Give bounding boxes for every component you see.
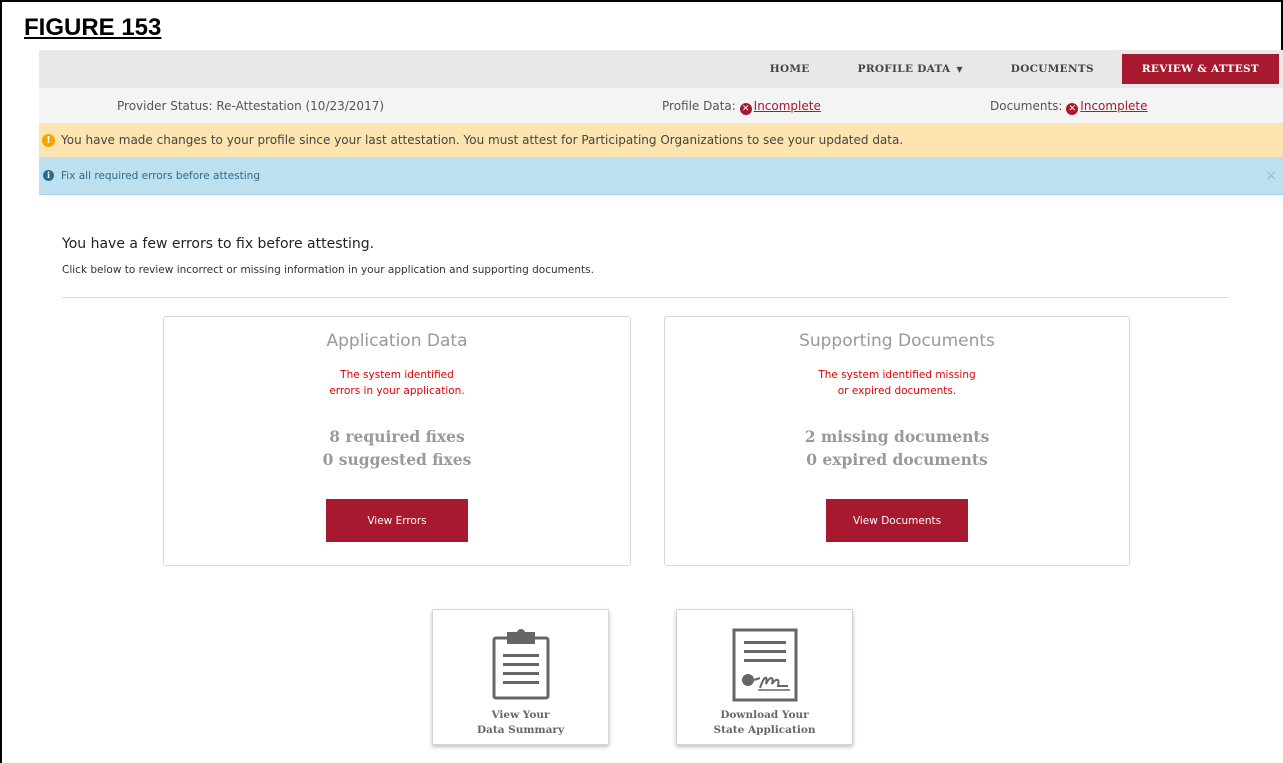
documents-status-label: Documents: <box>990 99 1063 113</box>
error-x-icon: ✕ <box>739 103 752 115</box>
provider-status-value: Re-Attestation (10/23/2017) <box>216 99 385 113</box>
warning-alert-text: You have made changes to your profile si… <box>61 133 904 147</box>
application-data-title: Application Data <box>326 331 468 351</box>
nav-review-attest[interactable]: REVIEW & ATTEST <box>1121 54 1279 84</box>
application-message-line2: errors in your application. <box>329 385 465 397</box>
page-subheading: Click below to review incorrect or missi… <box>62 264 594 276</box>
nav-profile-data[interactable]: PROFILE DATA ▾ <box>834 62 987 76</box>
nav-documents-label: DOCUMENTS <box>1010 63 1094 75</box>
profile-data-label: Profile Data: <box>662 99 736 113</box>
nav-review-attest-label: REVIEW & ATTEST <box>1141 63 1259 75</box>
download-label-line1: Download Your <box>720 709 809 721</box>
nav-home[interactable]: HOME <box>746 63 834 75</box>
expired-documents-count: 0 expired documents <box>806 450 988 469</box>
documents-message-line2: or expired documents. <box>837 385 957 397</box>
warning-icon: ! <box>42 134 55 147</box>
figure-label: FIGURE 153 <box>24 14 162 41</box>
supporting-documents-card: Supporting Documents The system identifi… <box>664 316 1130 566</box>
app-window: HOME PROFILE DATA ▾ DOCUMENTS REVIEW & A… <box>39 50 1283 763</box>
profile-data-status: Profile Data: ✕ Incomplete <box>662 99 821 115</box>
documents-status: Documents: ✕ Incomplete <box>990 99 1148 115</box>
info-alert: i Fix all required errors before attesti… <box>39 157 1283 195</box>
profile-data-incomplete-link[interactable]: Incomplete <box>754 99 821 113</box>
caret-down-icon: ▾ <box>956 62 963 76</box>
application-data-message: The system identified errors in your app… <box>164 367 630 399</box>
documents-incomplete-link[interactable]: Incomplete <box>1080 99 1147 113</box>
missing-documents-count: 2 missing documents <box>804 427 990 446</box>
clipboard-icon <box>492 629 549 700</box>
signed-document-icon <box>732 628 797 702</box>
application-counts: 8 required fixes 0 suggested fixes <box>164 425 630 471</box>
supporting-documents-message: The system identified missing or expired… <box>665 367 1129 399</box>
view-errors-button[interactable]: View Errors <box>326 499 468 542</box>
info-alert-text: Fix all required errors before attesting <box>61 170 260 182</box>
download-state-application-tile[interactable]: Download Your State Application <box>676 609 853 745</box>
info-icon: i <box>43 170 54 181</box>
download-label-line2: State Application <box>713 724 816 736</box>
application-message-line1: The system identified <box>340 369 454 381</box>
view-data-summary-label: View Your Data Summary <box>433 708 608 738</box>
suggested-fixes-count: 0 suggested fixes <box>322 450 472 469</box>
summary-label-line2: Data Summary <box>476 724 565 736</box>
close-icon[interactable]: × <box>1265 168 1277 184</box>
divider <box>62 297 1229 298</box>
documents-counts: 2 missing documents 0 expired documents <box>665 425 1129 471</box>
download-state-application-label: Download Your State Application <box>677 708 852 738</box>
top-navigation: HOME PROFILE DATA ▾ DOCUMENTS REVIEW & A… <box>39 50 1283 88</box>
warning-alert: ! You have made changes to your profile … <box>39 124 1283 157</box>
required-fixes-count: 8 required fixes <box>329 427 465 446</box>
documents-message-line1: The system identified missing <box>818 369 976 381</box>
error-x-icon: ✕ <box>1066 103 1079 115</box>
nav-profile-data-label: PROFILE DATA <box>857 63 951 75</box>
nav-home-label: HOME <box>769 63 810 75</box>
supporting-documents-title: Supporting Documents <box>799 331 995 351</box>
view-documents-button[interactable]: View Documents <box>826 499 968 542</box>
provider-status: Provider Status: Re-Attestation (10/23/2… <box>117 99 384 113</box>
summary-label-line1: View Your <box>491 709 550 721</box>
provider-status-label: Provider Status: <box>117 99 213 113</box>
page-heading: You have a few errors to fix before atte… <box>62 236 375 252</box>
status-bar: Provider Status: Re-Attestation (10/23/2… <box>39 88 1283 124</box>
nav-items: HOME PROFILE DATA ▾ DOCUMENTS REVIEW & A… <box>746 50 1283 88</box>
view-data-summary-tile[interactable]: View Your Data Summary <box>432 609 609 745</box>
application-data-card: Application Data The system identified e… <box>163 316 631 566</box>
nav-documents[interactable]: DOCUMENTS <box>987 63 1118 75</box>
